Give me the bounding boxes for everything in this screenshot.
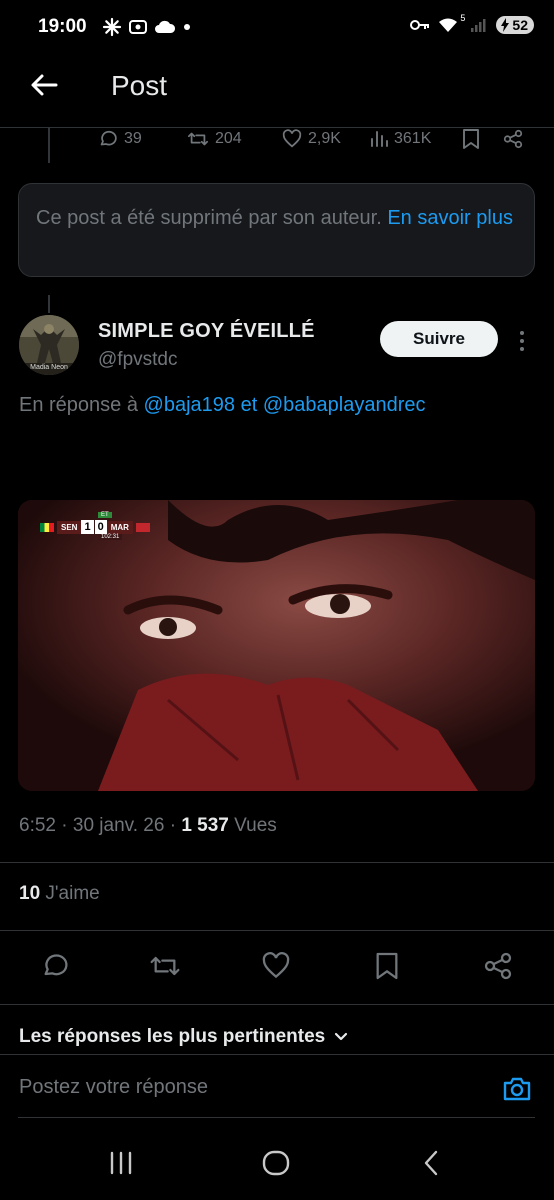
views-action[interactable]: 361K: [369, 126, 431, 152]
cloud-icon: [155, 20, 176, 33]
bookmark-button[interactable]: [371, 950, 403, 982]
views-icon: [371, 131, 388, 147]
likes-label: J'aime: [45, 883, 100, 904]
share-icon: [503, 129, 523, 149]
score-away: 0: [94, 520, 107, 534]
reply-to-user-2[interactable]: @babaplayandrec: [263, 394, 426, 416]
reply-count: 39: [124, 130, 142, 147]
view-label: Vues: [234, 815, 277, 836]
battery-indicator: 52: [496, 16, 534, 34]
divider: [18, 1117, 535, 1118]
like-button[interactable]: [260, 950, 292, 982]
status-notification-icons: [102, 17, 192, 37]
post-date: 30 janv. 26: [72, 815, 165, 836]
wifi-indicator: 5: [438, 13, 465, 33]
team-away: MAR: [106, 520, 133, 534]
replies-sort-dropdown[interactable]: Les réponses les plus pertinentes: [19, 1026, 349, 1048]
reply-to-line: En réponse à @baja198 et @babaplayandrec: [19, 394, 425, 417]
post-media[interactable]: SEN 1 0 MAR ET 102:31: [18, 500, 535, 791]
more-vertical-icon: [520, 331, 524, 351]
more-options-button[interactable]: [512, 328, 532, 354]
divider: [0, 1004, 554, 1005]
divider: [0, 862, 554, 863]
view-count: 1 537: [181, 815, 229, 836]
thread-line: [48, 127, 50, 163]
chevron-left-icon: [424, 1150, 438, 1176]
heart-icon: [262, 952, 290, 979]
team-home: SEN: [57, 520, 82, 534]
divider: [0, 1054, 554, 1055]
wifi-badge: 5: [460, 13, 466, 23]
scoreboard-overlay: SEN 1 0 MAR: [40, 516, 150, 538]
author-handle[interactable]: @fpvstdc: [98, 349, 177, 371]
learn-more-link[interactable]: En savoir plus: [387, 207, 513, 229]
repost-icon: [150, 956, 180, 976]
repost-action[interactable]: 204: [186, 126, 242, 152]
share-icon: [484, 952, 512, 980]
media-image: [18, 500, 535, 791]
back-nav-button[interactable]: [414, 1145, 450, 1181]
reply-button[interactable]: [39, 950, 71, 982]
likes-summary[interactable]: 10 J'aime: [19, 883, 100, 905]
dot-icon: [184, 24, 190, 30]
screenshot-icon: [129, 20, 147, 34]
share-action[interactable]: [502, 126, 524, 152]
repost-icon: [187, 132, 209, 146]
reply-action[interactable]: 39: [97, 126, 142, 152]
reply-input[interactable]: Postez votre réponse: [19, 1076, 208, 1099]
home-icon: [262, 1150, 290, 1176]
status-right: 5 52: [410, 13, 534, 34]
bookmark-action[interactable]: [462, 126, 480, 152]
camera-button[interactable]: [501, 1073, 533, 1105]
bookmark-icon: [463, 129, 479, 149]
page-title: Post: [111, 70, 168, 101]
wifi-icon: [439, 18, 458, 32]
signal-icon: [471, 19, 486, 32]
like-action[interactable]: 2,9K: [281, 126, 341, 152]
match-clock: 102:31: [98, 534, 123, 540]
reply-to-prefix: En réponse à: [19, 394, 138, 416]
recent-apps-icon: [110, 1151, 132, 1175]
reply-icon: [100, 130, 117, 146]
charging-icon: [501, 18, 510, 32]
bookmark-icon: [376, 952, 398, 980]
avatar[interactable]: Madia Neon: [19, 315, 79, 375]
arrow-left-icon: [31, 74, 58, 96]
asterisk-icon: [102, 17, 122, 37]
post-timestamp: 6:52 · 30 janv. 26 · 1 537 Vues: [19, 815, 277, 836]
score-home: 1: [81, 520, 94, 534]
home-button[interactable]: [258, 1145, 294, 1181]
chevron-down-icon: [335, 1032, 348, 1041]
avatar-caption: Madia Neon: [30, 364, 68, 371]
share-button[interactable]: [482, 950, 514, 982]
likes-count: 10: [19, 883, 41, 904]
camera-icon: [503, 1077, 531, 1101]
match-period: ET: [98, 512, 112, 518]
thread-line: [48, 295, 50, 313]
flag-icon-sen: [40, 522, 54, 532]
sort-label: Les réponses les plus pertinentes: [19, 1026, 326, 1047]
like-count: 2,9K: [308, 130, 341, 147]
recent-apps-button[interactable]: [103, 1145, 139, 1181]
repost-count: 204: [215, 130, 242, 147]
back-button[interactable]: [26, 68, 62, 104]
reply-to-user-1[interactable]: @baja198: [144, 394, 235, 416]
heart-icon: [282, 129, 302, 148]
reply-to-conjunction: et: [240, 394, 258, 416]
flag-icon-mar: [135, 522, 150, 532]
battery-level: 52: [512, 17, 528, 33]
follow-button[interactable]: Suivre: [380, 321, 498, 357]
reply-icon: [44, 954, 68, 976]
repost-button[interactable]: [149, 950, 181, 982]
deleted-notice-text: Ce post a été supprimé par son auteur.: [36, 207, 382, 229]
status-time: 19:00: [38, 16, 87, 37]
post-time: 6:52: [19, 815, 56, 836]
divider: [0, 930, 554, 931]
deleted-post-notice: Ce post a été supprimé par son auteur. E…: [18, 183, 535, 277]
key-icon: [410, 20, 430, 30]
author-name[interactable]: SIMPLE GOY ÉVEILLÉ: [98, 320, 315, 343]
views-count: 361K: [394, 130, 432, 147]
